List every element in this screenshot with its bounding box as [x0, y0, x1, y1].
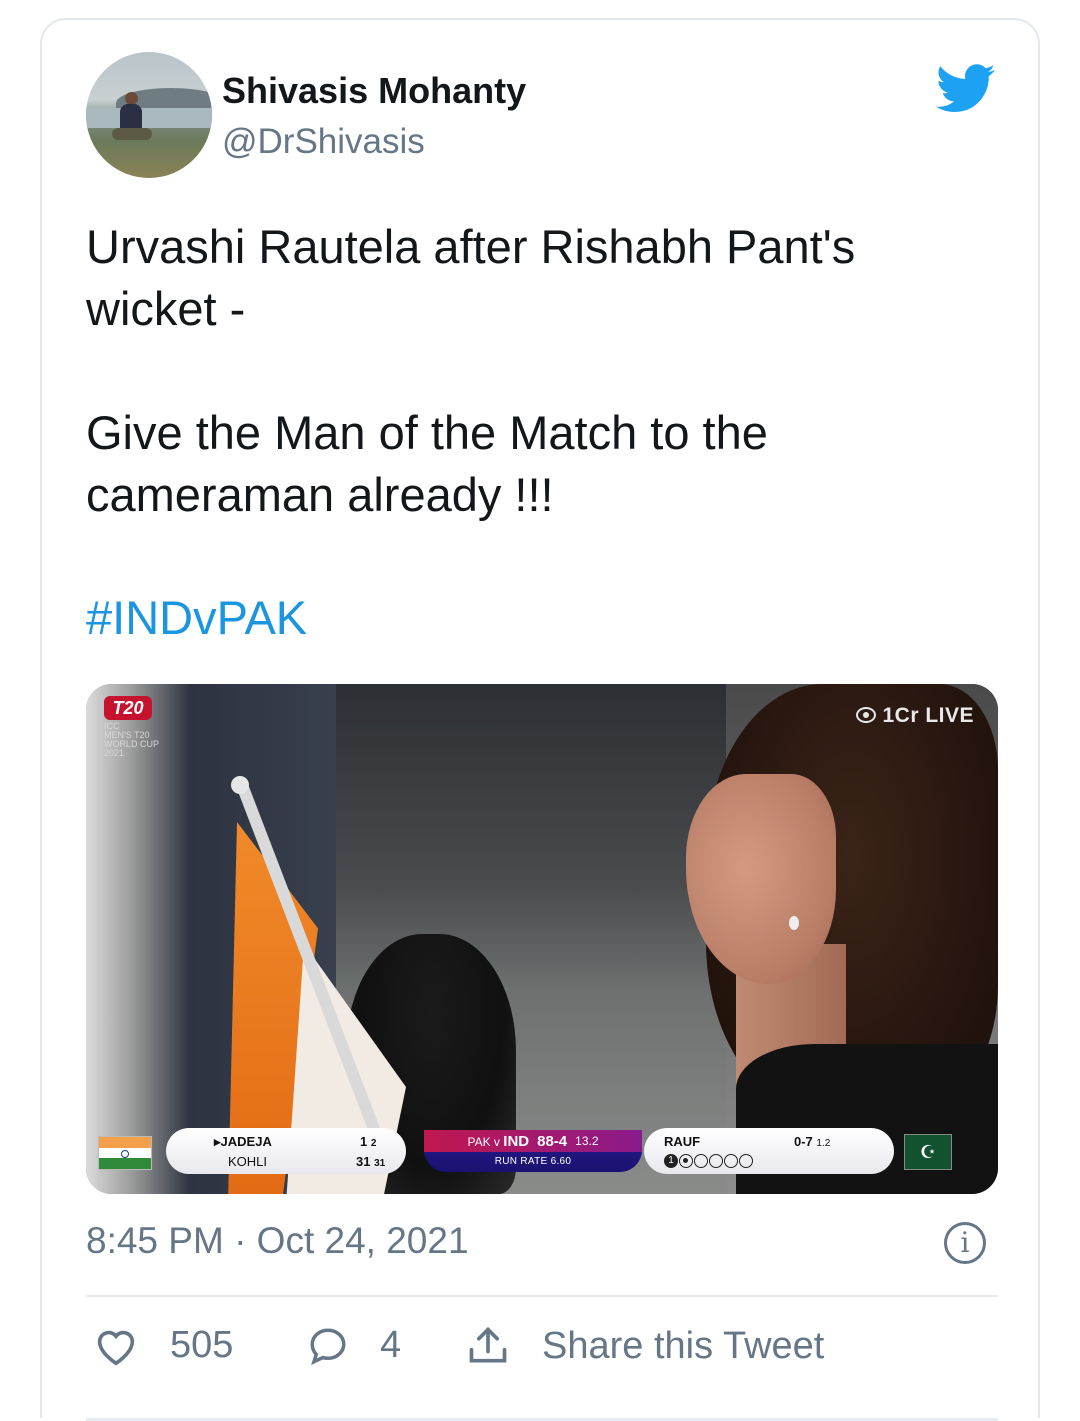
tweet-card: Shivasis Mohanty @DrShivasis Urvashi Rau… [40, 18, 1040, 1421]
india-flag-icon [98, 1136, 152, 1170]
like-count: 505 [170, 1324, 234, 1366]
match-score: PAK v IND 88-4 13.2 RUN RATE 6.60 [424, 1130, 642, 1172]
eye-icon [856, 707, 877, 723]
heart-icon [97, 1330, 135, 1365]
like-button[interactable]: 505 [94, 1324, 233, 1367]
avatar[interactable] [86, 52, 212, 178]
bowler-panel: RAUF 0-7 1.2 1 [644, 1128, 894, 1174]
ball-tracker: 1 [664, 1152, 754, 1168]
reply-count: 4 [380, 1324, 402, 1366]
hashtag-link[interactable]: #INDvPAK [86, 590, 307, 645]
share-label: Share this Tweet [542, 1324, 825, 1367]
share-button[interactable]: Share this Tweet [464, 1324, 824, 1368]
author-handle[interactable]: @DrShivasis [222, 122, 425, 162]
live-viewers-badge: 1Cr LIVE [856, 704, 974, 728]
reply-bubble-icon [310, 1327, 346, 1365]
batters-panel: ▸JADEJA 1 2 KOHLI 31 31 [166, 1128, 406, 1174]
tweet-timestamp[interactable]: 8:45 PM · Oct 24, 2021 [86, 1220, 469, 1262]
tweet-image[interactable]: T20 ICC MEN'S T20 WORLD CUP 2021 1Cr LIV… [86, 684, 998, 1194]
share-icon [469, 1326, 507, 1363]
pakistan-flag-icon: ☪ [904, 1134, 952, 1170]
reply-button[interactable]: 4 [306, 1324, 401, 1367]
tweet-text: Urvashi Rautela after Rishabh Pant's wic… [86, 220, 856, 521]
scoreboard: ▸JADEJA 1 2 KOHLI 31 31 PAK v IND 88-4 1… [86, 1124, 998, 1178]
t20-world-cup-logo: T20 ICC MEN'S T20 WORLD CUP 2021 [104, 696, 160, 758]
author-name[interactable]: Shivasis Mohanty [222, 70, 526, 112]
info-icon[interactable]: i [944, 1222, 986, 1264]
divider [86, 1295, 998, 1297]
twitter-bird-icon[interactable] [935, 64, 997, 114]
